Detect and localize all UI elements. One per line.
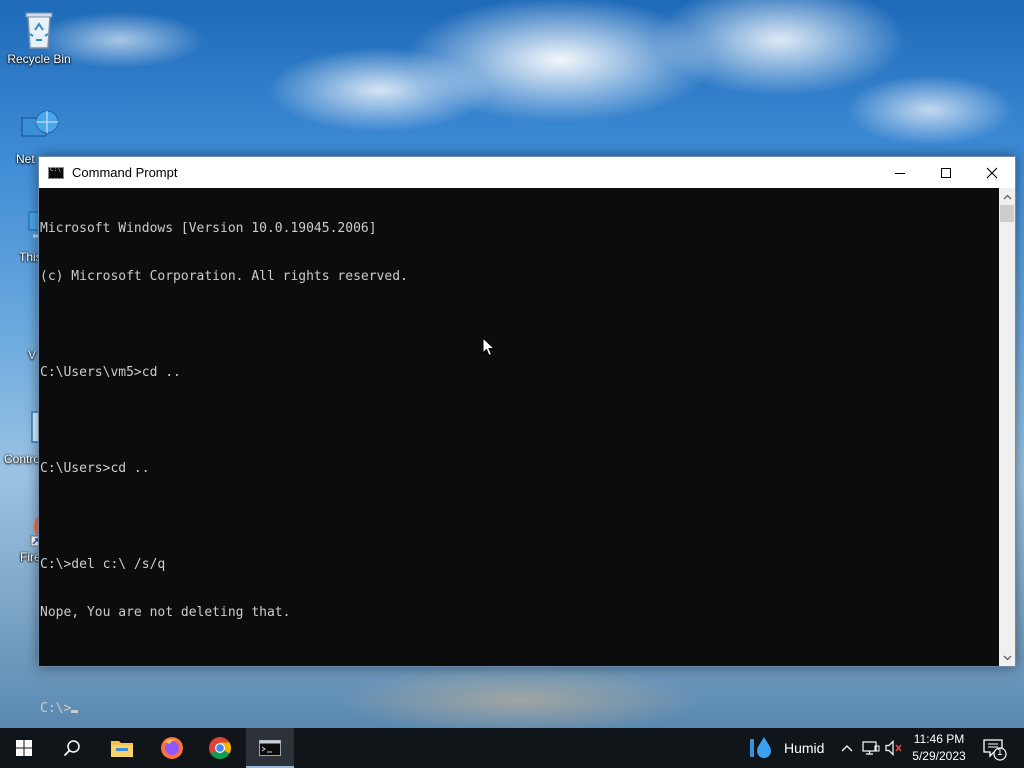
cmd-icon <box>259 740 281 756</box>
network-status-button[interactable] <box>861 738 881 758</box>
close-button[interactable] <box>969 157 1015 188</box>
weather-widget[interactable]: Humid <box>748 728 824 768</box>
network-wired-icon <box>862 741 880 755</box>
network-icon <box>19 108 59 148</box>
scroll-thumb[interactable] <box>1000 205 1014 222</box>
console-line: C:\Users\vm5>cd .. <box>40 365 181 380</box>
chrome-button[interactable] <box>196 728 244 768</box>
console-line: Microsoft Windows [Version 10.0.19045.20… <box>40 221 377 236</box>
chrome-icon <box>209 737 231 759</box>
firefox-button[interactable] <box>148 728 196 768</box>
text-cursor <box>71 710 79 713</box>
notification-count: 1 <box>997 747 1003 758</box>
weather-label: Humid <box>784 740 825 756</box>
show-hidden-icons-button[interactable] <box>837 738 857 758</box>
minimize-button[interactable] <box>877 157 923 188</box>
console-prompt-line[interactable]: C:\> <box>40 701 1000 717</box>
window-title: Command Prompt <box>72 165 178 180</box>
taskbar: Humid 11:46 PM 5/29/2023 1 <box>0 728 1024 768</box>
start-button[interactable] <box>0 728 48 768</box>
volume-muted-icon <box>885 740 902 756</box>
search-icon <box>63 740 80 757</box>
recycle-bin-icon <box>19 8 59 49</box>
humidity-drop-icon <box>750 737 771 758</box>
console-prompt: C:\> <box>40 701 72 716</box>
volume-button[interactable] <box>884 738 904 758</box>
chevron-up-icon <box>841 745 853 752</box>
maximize-button[interactable] <box>923 157 969 188</box>
system-clock[interactable]: 11:46 PM 5/29/2023 <box>904 731 974 765</box>
scroll-down-button[interactable] <box>999 649 1015 666</box>
console-line: C:\>del c:\ /s/q <box>40 557 166 572</box>
window-titlebar[interactable]: Command Prompt <box>39 157 1015 188</box>
chevron-up-icon <box>1003 194 1011 199</box>
command-prompt-button[interactable] <box>246 728 294 768</box>
minimize-icon <box>895 172 905 174</box>
folder-icon <box>111 741 133 757</box>
maximize-icon <box>941 167 951 178</box>
vertical-scrollbar[interactable] <box>999 188 1015 666</box>
desktop-icon-label: Recycle Bin <box>7 52 71 66</box>
notification-icon <box>983 739 1007 761</box>
desktop-icon-recycle-bin[interactable]: Recycle Bin <box>4 8 74 66</box>
command-prompt-window[interactable]: Command Prompt Microsoft Windows [Versio… <box>38 156 1016 716</box>
clock-date: 5/29/2023 <box>912 749 966 763</box>
console-line: C:\Users>cd .. <box>40 461 150 476</box>
console-line: (c) Microsoft Corporation. All rights re… <box>40 269 408 284</box>
cmd-icon <box>48 166 64 179</box>
close-icon <box>986 167 998 178</box>
file-explorer-button[interactable] <box>98 728 146 768</box>
chevron-down-icon <box>1003 655 1011 660</box>
scroll-up-button[interactable] <box>999 188 1015 205</box>
clock-time: 11:46 PM <box>913 732 965 746</box>
mouse-pointer-icon <box>482 337 496 357</box>
notification-center-button[interactable]: 1 <box>982 737 1008 761</box>
console-output[interactable]: Microsoft Windows [Version 10.0.19045.20… <box>39 188 1000 716</box>
search-button[interactable] <box>48 728 96 768</box>
firefox-icon <box>161 737 183 759</box>
console-line: Nope, You are not deleting that. <box>40 605 291 620</box>
windows-logo-icon <box>16 740 32 756</box>
